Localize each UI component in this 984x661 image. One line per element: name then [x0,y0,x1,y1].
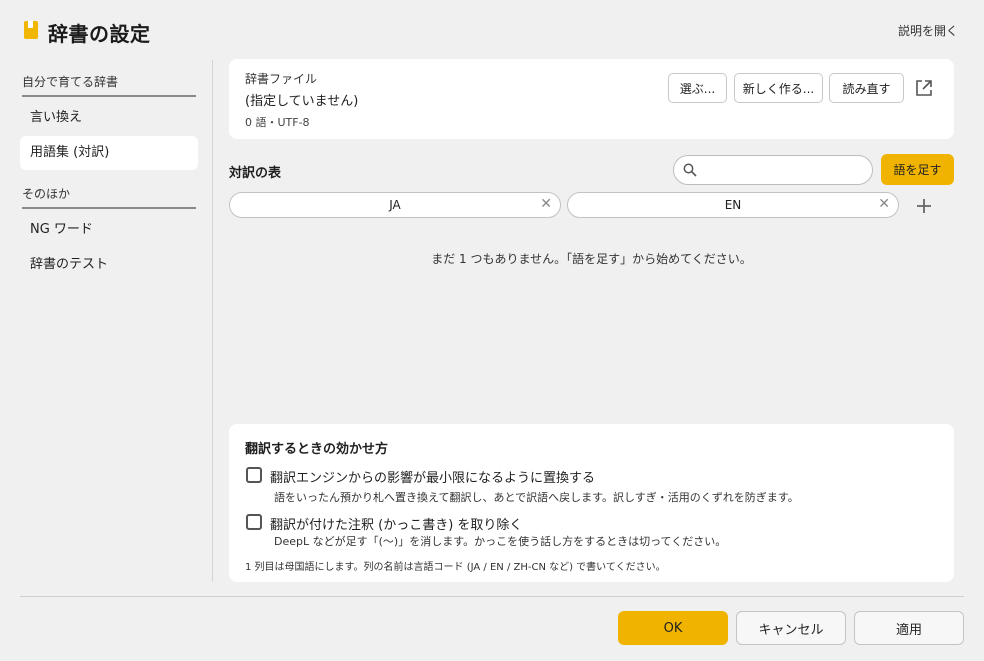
sidebar-item-paraphrase[interactable]: 言い換え [20,101,198,135]
column-header-pill[interactable]: ✕ [229,192,561,218]
column-name-input[interactable] [254,197,536,213]
option-label: 翻訳が付けた注釈 (かっこ書き) を取り除く [270,518,523,533]
help-link[interactable]: 説明を開く [898,22,958,39]
column-name-input[interactable] [592,197,874,213]
page-title: 辞書の設定 [48,22,151,46]
apply-button[interactable]: 適用 [854,611,964,645]
options-note: 1 列目は母国語にします。列の名前は言語コード (JA / EN / ZH-CN… [245,562,666,573]
sidebar-section-own-dictionaries: 自分で育てる辞書 [22,73,196,97]
option-description: DeepL などが足す「(〜)」を消します。かっこを使う話し方をするときは切って… [274,535,727,548]
column-header-pill[interactable]: ✕ [567,192,899,218]
footer-divider [20,596,964,597]
search-box[interactable] [673,155,873,185]
ok-button[interactable]: OK [618,611,728,645]
remove-column-icon[interactable]: ✕ [540,196,552,212]
options-title: 翻訳するときの効かせ方 [245,442,389,457]
sidebar-item-dictionary-test[interactable]: 辞書のテスト [20,248,198,282]
sidebar-item-label: NG ワード [30,222,93,237]
remove-annotations-checkbox[interactable] [246,514,262,530]
add-column-icon[interactable] [914,196,934,216]
empty-table-message: まだ 1 つもありません。「語を足す」から始めてください。 [431,252,752,266]
file-meta: 0 語・UTF-8 [245,116,310,129]
reload-button[interactable]: 読み直す [829,73,904,103]
sidebar-divider [212,60,213,582]
sidebar-item-label: 辞書のテスト [30,257,109,272]
search-icon [683,163,697,177]
option-description: 語をいったん預かり札へ置き換えて翻訳し、あとで訳語へ戻します。訳しすぎ・活用のく… [274,491,799,504]
dictionary-app-icon [24,21,38,39]
sidebar-item-glossary[interactable]: 用語集 (対訳) [20,136,198,170]
add-term-button[interactable]: 語を足す [881,154,954,185]
file-label: 辞書ファイル [245,72,318,86]
sidebar-item-label: 用語集 (対訳) [30,145,110,160]
new-file-button[interactable]: 新しく作る... [734,73,823,103]
sidebar-item-label: 言い換え [30,110,83,125]
search-input[interactable] [704,160,864,180]
sidebar-item-ng-words[interactable]: NG ワード [20,213,198,247]
open-external-icon[interactable] [914,78,934,98]
table-title: 対訳の表 [229,166,282,181]
option-label: 翻訳エンジンからの影響が最小限になるように置換する [270,471,596,486]
file-path-value: (指定していません) [245,94,359,109]
minimize-engine-influence-checkbox[interactable] [246,467,262,483]
sidebar-section-other: そのほか [22,185,196,209]
remove-column-icon[interactable]: ✕ [878,196,890,212]
cancel-button[interactable]: キャンセル [736,611,846,645]
choose-file-button[interactable]: 選ぶ... [668,73,727,103]
